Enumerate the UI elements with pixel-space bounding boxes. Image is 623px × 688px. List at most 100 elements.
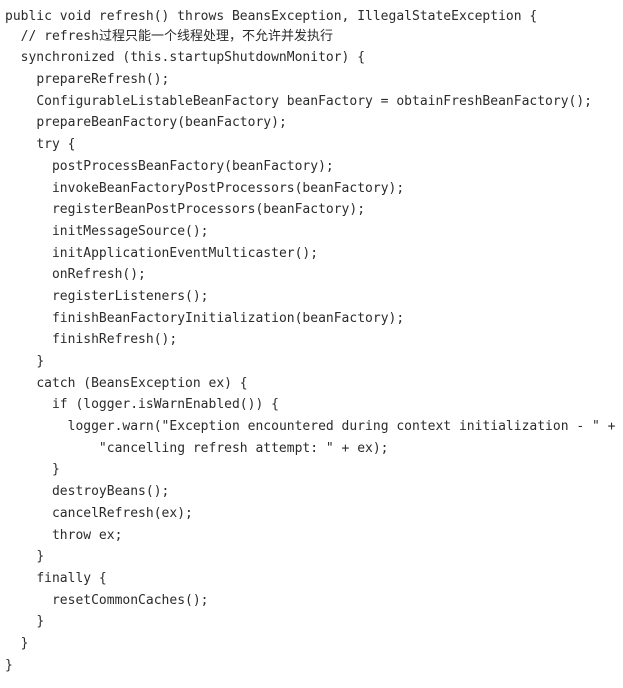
code-text-ascii: prepareBeanFactory(beanFactory);	[36, 115, 287, 131]
code-text-ascii: cancelRefresh(ex);	[51, 505, 193, 521]
code-text-ascii: }	[36, 549, 45, 565]
code-line: registerListeners();	[0, 286, 623, 308]
code-text-ascii: }	[51, 462, 60, 478]
code-text: finally {	[36, 571, 106, 586]
code-line: ConfigurableListableBeanFactory beanFact…	[0, 91, 623, 113]
code-text: invokeBeanFactoryPostProcessors(beanFact…	[52, 181, 404, 196]
code-line: }	[0, 611, 623, 633]
code-text-ascii: public void refresh() throws BeansExcept…	[5, 9, 538, 24]
code-text-ascii: "cancelling refresh attempt: " + ex);	[98, 440, 389, 456]
code-text: onRefresh();	[52, 267, 146, 282]
code-text-ascii: prepareRefresh();	[36, 72, 170, 88]
code-line: finishBeanFactoryInitialization(beanFact…	[0, 308, 623, 330]
code-text-ascii: finishBeanFactoryInitialization(beanFact…	[51, 310, 405, 326]
code-text: }	[52, 462, 60, 477]
code-text-ascii: }	[36, 614, 45, 630]
code-line: initApplicationEventMulticaster();	[0, 243, 623, 265]
code-text: }	[36, 354, 44, 369]
code-line: destroyBeans();	[0, 481, 623, 503]
code-text: }	[36, 614, 44, 629]
code-text-cjk: 过程只能一个线程处理，不允许并发执行	[98, 28, 333, 44]
code-line: prepareBeanFactory(beanFactory);	[0, 112, 623, 134]
code-line: logger.warn("Exception encountered durin…	[0, 416, 623, 438]
code-text-ascii: destroyBeans();	[51, 484, 170, 500]
code-text: registerBeanPostProcessors(beanFactory);	[52, 202, 365, 217]
code-text: initApplicationEventMulticaster();	[52, 246, 318, 261]
code-line: }	[0, 655, 623, 677]
code-line: resetCommonCaches();	[0, 590, 623, 612]
code-text: prepareRefresh();	[36, 72, 169, 87]
code-text: resetCommonCaches();	[52, 593, 209, 608]
code-text-ascii: registerBeanPostProcessors(beanFactory);	[51, 202, 366, 218]
code-text: }	[5, 658, 13, 673]
code-text-ascii: finishRefresh();	[51, 332, 178, 348]
code-text-ascii: logger.warn("Exception encountered durin…	[67, 419, 616, 435]
code-line: invokeBeanFactoryPostProcessors(beanFact…	[0, 178, 623, 200]
code-line: "cancelling refresh attempt: " + ex);	[0, 438, 623, 460]
code-line: throw ex;	[0, 525, 623, 547]
code-text: finishRefresh();	[52, 332, 177, 347]
code-text-ascii: postProcessBeanFactory(beanFactory);	[51, 158, 334, 174]
code-text-ascii: finally {	[36, 570, 107, 586]
code-line: // refresh过程只能一个线程处理，不允许并发执行	[0, 26, 623, 48]
code-text-ascii: catch (BeansException ex) {	[36, 375, 248, 391]
code-text: prepareBeanFactory(beanFactory);	[36, 115, 286, 130]
code-text-ascii: initMessageSource();	[51, 223, 209, 239]
code-text: }	[21, 636, 29, 651]
code-line: }	[0, 633, 623, 655]
code-line: initMessageSource();	[0, 221, 623, 243]
code-line: }	[0, 459, 623, 481]
code-line: }	[0, 351, 623, 373]
code-text-ascii: onRefresh();	[51, 267, 146, 283]
code-text-ascii: synchronized (this.startupShutdownMonito…	[20, 50, 366, 66]
code-text-ascii: }	[20, 635, 29, 651]
code-text-ascii: }	[5, 657, 13, 673]
code-text: "cancelling refresh attempt: " + ex);	[99, 441, 389, 456]
code-line: onRefresh();	[0, 264, 623, 286]
code-text: synchronized (this.startupShutdownMonito…	[21, 50, 365, 65]
code-text: throw ex;	[52, 528, 122, 543]
code-text-ascii: if (logger.isWarnEnabled()) {	[51, 397, 279, 413]
code-line: }	[0, 546, 623, 568]
code-line: prepareRefresh();	[0, 69, 623, 91]
code-text: logger.warn("Exception encountered durin…	[68, 419, 616, 434]
code-line: finally {	[0, 568, 623, 590]
code-text: destroyBeans();	[52, 484, 169, 499]
code-listing: public void refresh() throws BeansExcept…	[0, 0, 623, 688]
code-text-ascii: ConfigurableListableBeanFactory beanFact…	[36, 93, 593, 109]
code-line: try {	[0, 134, 623, 156]
code-text: // refresh过程只能一个线程处理，不允许并发执行	[21, 29, 333, 44]
code-text-ascii: resetCommonCaches();	[51, 592, 209, 608]
code-text-ascii: initApplicationEventMulticaster();	[51, 245, 319, 261]
code-text: try {	[36, 137, 75, 152]
code-text: catch (BeansException ex) {	[36, 376, 247, 391]
code-text-ascii: invokeBeanFactoryPostProcessors(beanFact…	[51, 180, 405, 196]
code-text-ascii: throw ex;	[51, 527, 123, 543]
code-text: }	[36, 549, 44, 564]
code-text-ascii: try {	[36, 137, 76, 153]
code-line: postProcessBeanFactory(beanFactory);	[0, 156, 623, 178]
code-line: if (logger.isWarnEnabled()) {	[0, 394, 623, 416]
